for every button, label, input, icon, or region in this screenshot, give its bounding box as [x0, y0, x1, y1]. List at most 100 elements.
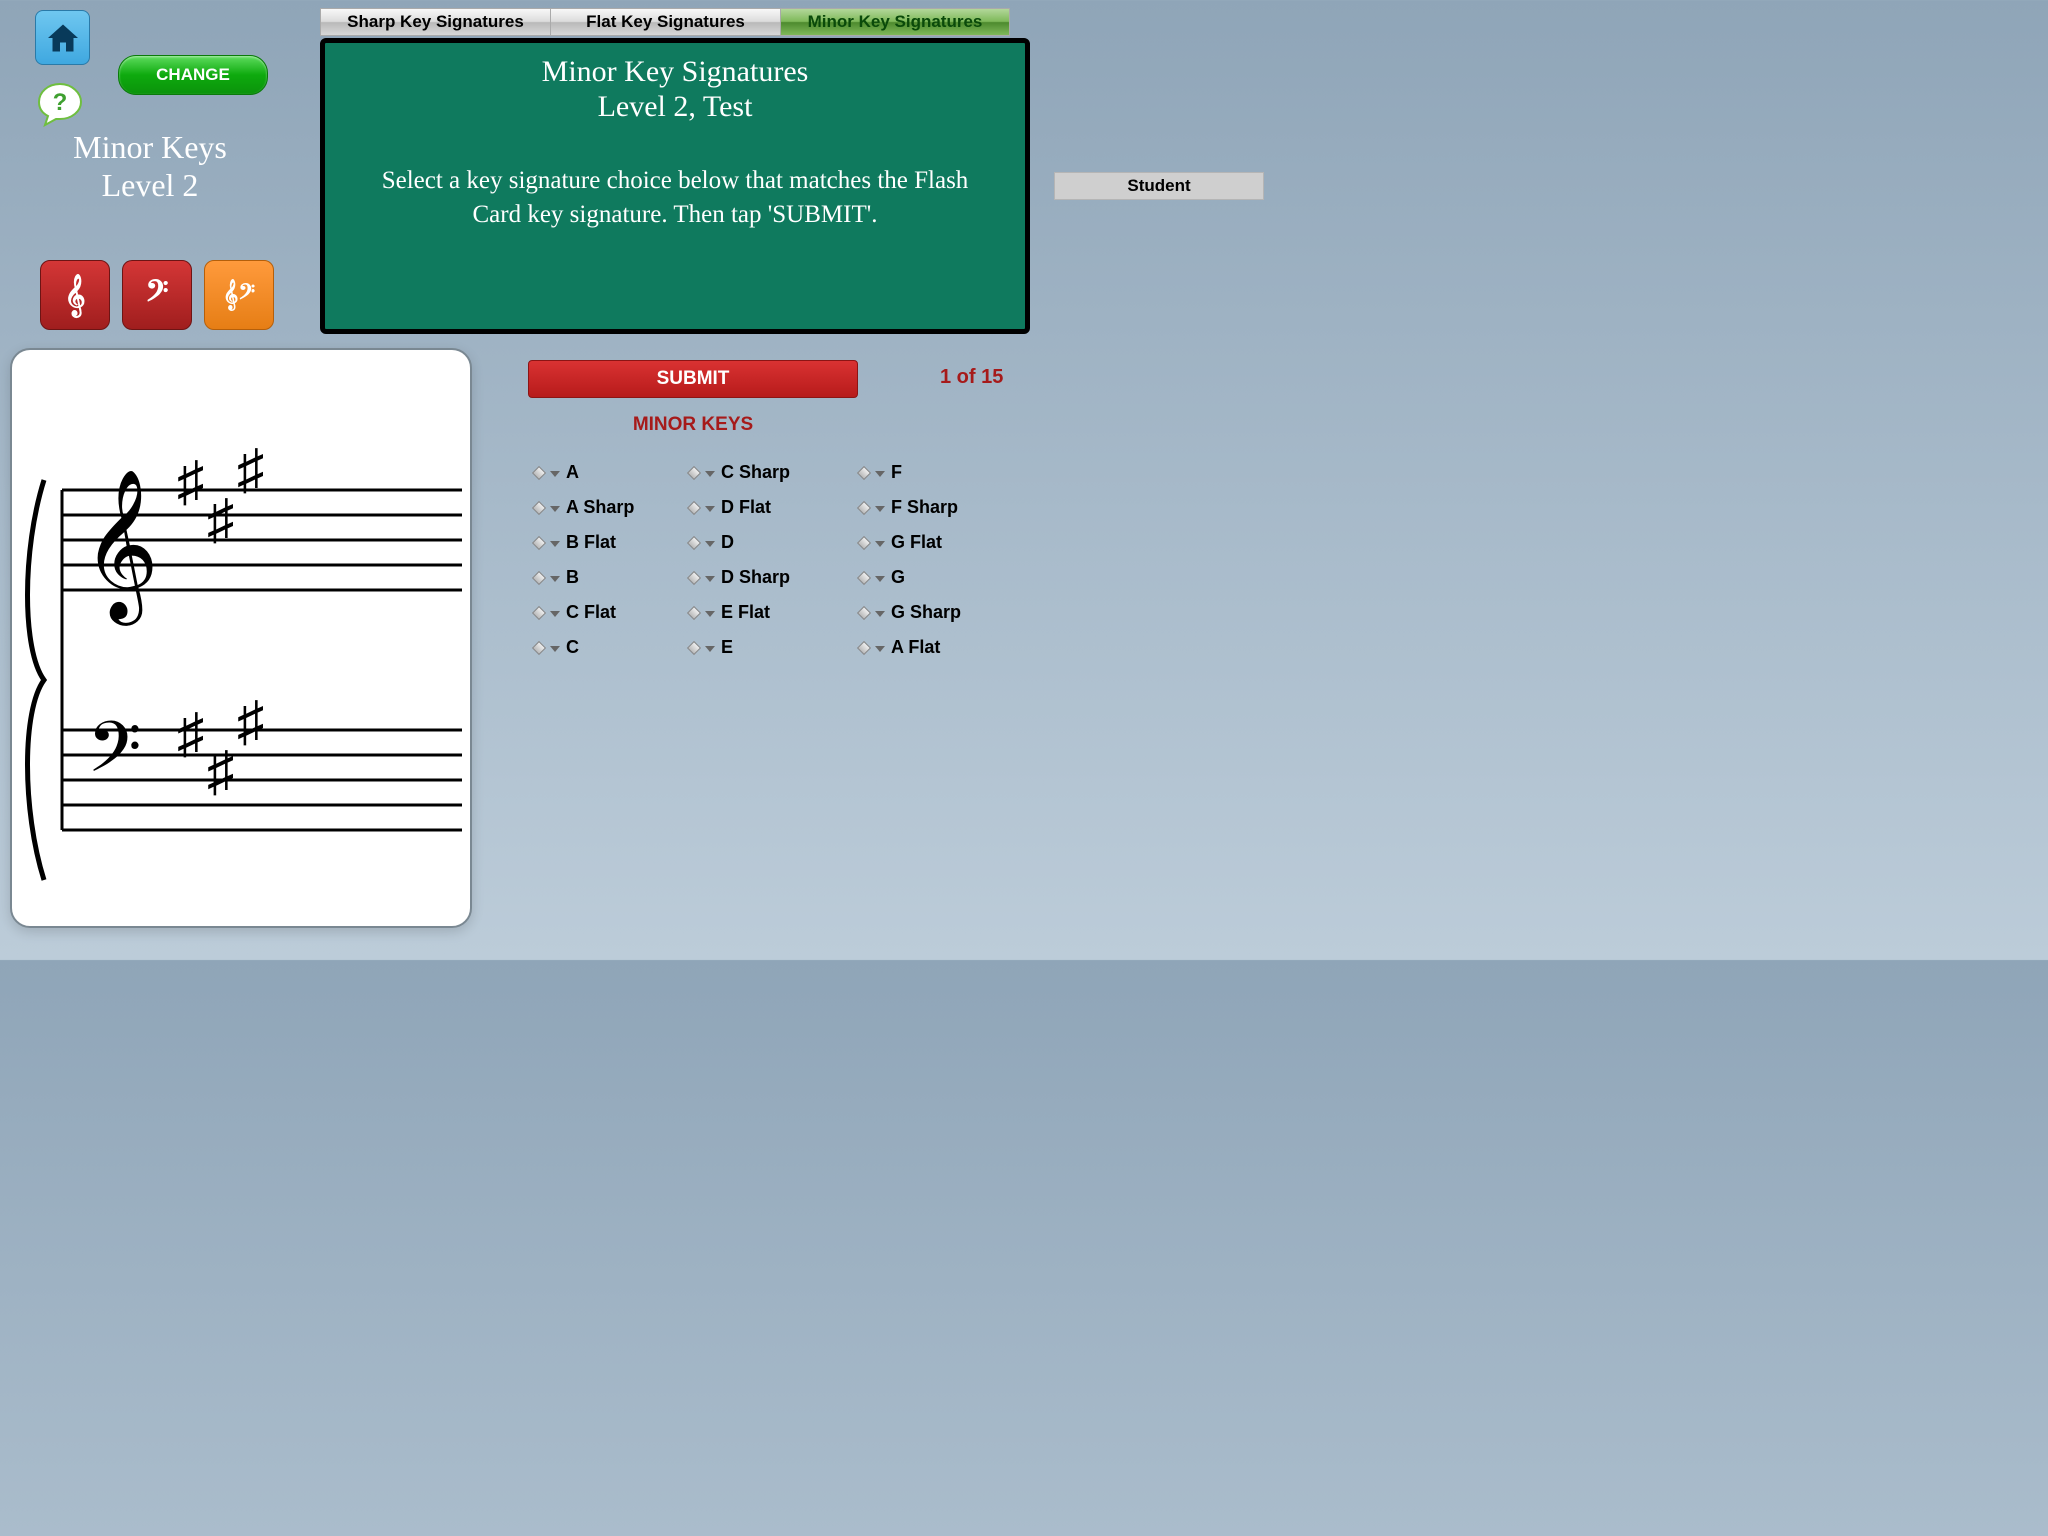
key-option-label: D Sharp	[721, 567, 790, 588]
clef-both-button[interactable]: 𝄞𝄢	[204, 260, 274, 330]
chevron-down-icon	[550, 576, 560, 582]
diamond-icon	[532, 640, 546, 654]
key-option-label: G Sharp	[891, 602, 961, 623]
diamond-icon	[532, 570, 546, 584]
tab-minor-keys[interactable]: Minor Key Signatures	[780, 8, 1010, 36]
chevron-down-icon	[875, 506, 885, 512]
clef-bass-button[interactable]: 𝄢	[122, 260, 192, 330]
key-option-label: D	[721, 532, 734, 553]
chevron-down-icon	[550, 471, 560, 477]
chevron-down-icon	[875, 646, 885, 652]
help-button[interactable]: ?	[35, 80, 85, 130]
chevron-down-icon	[550, 611, 560, 617]
svg-text:♯: ♯	[237, 691, 265, 752]
tab-sharp-keys[interactable]: Sharp Key Signatures	[320, 8, 550, 36]
key-option-g-flat[interactable]: G Flat	[859, 532, 1014, 553]
key-option-c[interactable]: C	[534, 637, 689, 658]
key-option-label: E Flat	[721, 602, 770, 623]
board-instructions: Select a key signature choice below that…	[355, 164, 995, 232]
key-option-label: C Flat	[566, 602, 616, 623]
key-option-label: F	[891, 462, 902, 483]
help-icon: ?	[35, 80, 85, 130]
key-option-b[interactable]: B	[534, 567, 689, 588]
key-option-label: C	[566, 637, 579, 658]
diamond-icon	[687, 605, 701, 619]
key-options: A C Sharp F A Sharp D Flat F Sharp B Flat D G Fl…	[534, 462, 1014, 658]
chevron-down-icon	[550, 541, 560, 547]
chevron-down-icon	[550, 506, 560, 512]
key-option-label: A	[566, 462, 579, 483]
key-option-label: G Flat	[891, 532, 942, 553]
section-title: MINOR KEYS	[528, 414, 858, 436]
svg-text:♯: ♯	[207, 741, 235, 802]
chevron-down-icon	[875, 471, 885, 477]
diamond-icon	[532, 605, 546, 619]
key-option-label: A Flat	[891, 637, 940, 658]
home-icon	[45, 20, 81, 56]
chevron-down-icon	[705, 611, 715, 617]
diamond-icon	[857, 570, 871, 584]
submit-button[interactable]: SUBMIT	[528, 360, 858, 398]
diamond-icon	[857, 605, 871, 619]
key-option-c-sharp[interactable]: C Sharp	[689, 462, 859, 483]
key-option-label: G	[891, 567, 905, 588]
diamond-icon	[687, 640, 701, 654]
key-option-label: D Flat	[721, 497, 771, 518]
diamond-icon	[532, 465, 546, 479]
svg-text:♯: ♯	[207, 489, 235, 550]
chevron-down-icon	[875, 611, 885, 617]
title-line1: Minor Keys	[20, 128, 280, 166]
key-option-e-flat[interactable]: E Flat	[689, 602, 859, 623]
treble-clef-icon: 𝄞	[64, 274, 85, 317]
clef-treble-button[interactable]: 𝄞	[40, 260, 110, 330]
svg-text:?: ?	[53, 89, 68, 116]
home-button[interactable]	[35, 10, 90, 65]
flashcard: 𝄞 ♯ ♯ ♯ 𝄢 ♯ ♯ ♯	[10, 348, 472, 928]
diamond-icon	[687, 465, 701, 479]
diamond-icon	[857, 640, 871, 654]
key-option-label: A Sharp	[566, 497, 634, 518]
svg-text:♯: ♯	[177, 451, 205, 512]
change-button[interactable]: CHANGE	[118, 55, 268, 95]
diamond-icon	[532, 500, 546, 514]
key-option-g[interactable]: G	[859, 567, 1014, 588]
key-option-a-sharp[interactable]: A Sharp	[534, 497, 689, 518]
progress-counter: 1 of 15	[940, 366, 1003, 389]
tab-flat-keys[interactable]: Flat Key Signatures	[550, 8, 780, 36]
svg-text:♯: ♯	[237, 439, 265, 500]
title-line2: Level 2	[20, 166, 280, 204]
key-option-d[interactable]: D	[689, 532, 859, 553]
diamond-icon	[687, 570, 701, 584]
key-option-d-flat[interactable]: D Flat	[689, 497, 859, 518]
diamond-icon	[857, 465, 871, 479]
key-option-f[interactable]: F	[859, 462, 1014, 483]
staff-icon: 𝄞 ♯ ♯ ♯ 𝄢 ♯ ♯ ♯	[12, 350, 472, 928]
key-option-label: F Sharp	[891, 497, 958, 518]
key-option-d-sharp[interactable]: D Sharp	[689, 567, 859, 588]
key-option-label: B	[566, 567, 579, 588]
chevron-down-icon	[875, 576, 885, 582]
page-title: Minor Keys Level 2	[20, 128, 280, 205]
key-option-label: C Sharp	[721, 462, 790, 483]
diamond-icon	[687, 500, 701, 514]
both-clef-icon: 𝄞𝄢	[223, 280, 255, 311]
instruction-board: Minor Key Signatures Level 2, Test Selec…	[320, 38, 1030, 334]
diamond-icon	[857, 500, 871, 514]
svg-text:𝄢: 𝄢	[87, 710, 142, 804]
key-option-a[interactable]: A	[534, 462, 689, 483]
key-option-c-flat[interactable]: C Flat	[534, 602, 689, 623]
svg-text:𝄞: 𝄞	[82, 471, 159, 626]
key-option-a-flat[interactable]: A Flat	[859, 637, 1014, 658]
board-title-line2: Level 2, Test	[355, 90, 995, 125]
key-option-e[interactable]: E	[689, 637, 859, 658]
student-button[interactable]: Student	[1054, 172, 1264, 200]
chevron-down-icon	[705, 541, 715, 547]
clef-selector: 𝄞 𝄢 𝄞𝄢	[40, 260, 274, 330]
key-option-f-sharp[interactable]: F Sharp	[859, 497, 1014, 518]
svg-text:♯: ♯	[177, 703, 205, 764]
diamond-icon	[532, 535, 546, 549]
key-option-b-flat[interactable]: B Flat	[534, 532, 689, 553]
key-option-g-sharp[interactable]: G Sharp	[859, 602, 1014, 623]
chevron-down-icon	[705, 471, 715, 477]
chevron-down-icon	[705, 506, 715, 512]
